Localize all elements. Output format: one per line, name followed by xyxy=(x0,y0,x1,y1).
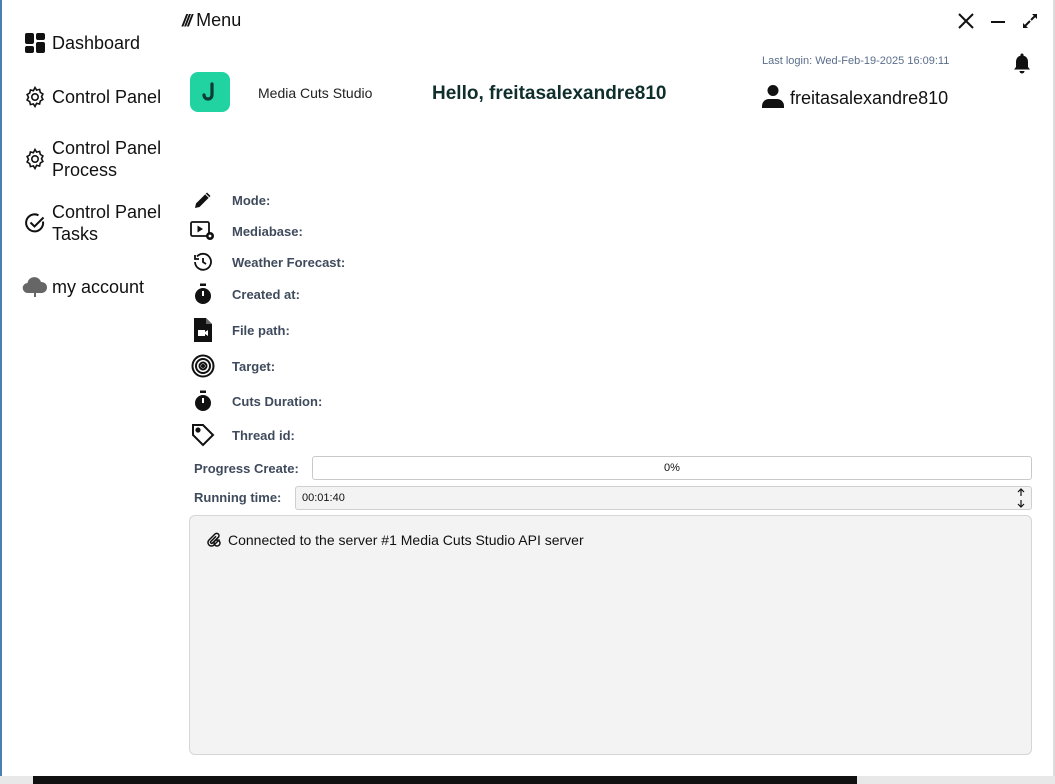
info-row-weather-forecast: Weather Forecast: xyxy=(190,249,345,275)
user-icon xyxy=(762,84,784,113)
dashboard-icon xyxy=(22,30,48,56)
menu-toggle-button[interactable]: /// Menu xyxy=(182,10,241,31)
close-button[interactable] xyxy=(955,10,977,32)
menu-label: Menu xyxy=(196,10,242,30)
info-label: File path: xyxy=(232,322,290,338)
check-circle-icon xyxy=(22,210,48,236)
sidebar-item-label: Control Panel Process xyxy=(52,138,162,180)
info-label: Thread id: xyxy=(232,427,295,443)
username: freitasalexandre810 xyxy=(790,88,949,108)
log-panel: Connected to the server #1 Media Cuts St… xyxy=(189,515,1032,755)
target-icon xyxy=(190,353,216,379)
sidebar-item-label: Dashboard xyxy=(52,33,141,53)
running-time-field[interactable]: 00:01:40 xyxy=(295,486,1032,510)
sidebar-item-control-panel[interactable]: Control Panel xyxy=(22,84,161,110)
tag-icon xyxy=(190,422,216,448)
sidebar-item-label: Control Panel Tasks xyxy=(52,202,162,244)
video-file-icon xyxy=(190,317,216,343)
info-row-file-path: File path: xyxy=(190,317,290,343)
taskbar-strip xyxy=(33,776,857,784)
running-time-value: 00:01:40 xyxy=(302,492,345,504)
progress-text: 0% xyxy=(664,462,680,474)
clock-arrow-icon xyxy=(190,249,216,275)
running-time-label: Running time: xyxy=(194,490,282,505)
paperclip-icon xyxy=(206,532,222,548)
info-label: Mode: xyxy=(232,192,271,208)
progress-label: Progress Create: xyxy=(194,461,299,476)
sidebar-item-dashboard[interactable]: Dashboard xyxy=(22,30,140,56)
info-label: Weather Forecast: xyxy=(232,254,346,270)
gear-icon xyxy=(22,84,48,110)
video-settings-icon xyxy=(190,218,216,244)
gear-icon xyxy=(22,146,48,172)
sidebar-item-control-panel-tasks[interactable]: Control Panel Tasks xyxy=(22,201,161,245)
progress-bar: 0% xyxy=(312,456,1032,480)
spinner-arrows-icon[interactable] xyxy=(1015,488,1027,508)
stopwatch-icon xyxy=(190,281,216,307)
maximize-button[interactable] xyxy=(1019,10,1041,32)
sidebar: Dashboard Control Panel Control Panel Pr… xyxy=(0,0,180,776)
window-bottom-edge xyxy=(0,776,1055,784)
log-line: Connected to the server #1 Media Cuts St… xyxy=(206,532,584,548)
greeting-text: Hello, freitasalexandre810 xyxy=(432,83,667,104)
info-row-target: Target: xyxy=(190,353,275,379)
menu-lines-icon: /// xyxy=(182,10,192,30)
info-label: Created at: xyxy=(232,286,300,302)
sidebar-item-my-account[interactable]: my account xyxy=(22,274,144,300)
info-row-cuts-duration: Cuts Duration: xyxy=(190,388,322,414)
sidebar-item-control-panel-process[interactable]: Control Panel Process xyxy=(22,137,161,181)
info-label: Mediabase: xyxy=(232,223,303,239)
log-message: Connected to the server #1 Media Cuts St… xyxy=(228,532,584,548)
last-login-text: Last login: Wed-Feb-19-2025 16:09:11 xyxy=(762,55,950,67)
brand-name: Media Cuts Studio xyxy=(258,85,373,101)
info-label: Cuts Duration: xyxy=(232,393,323,409)
info-label: Target: xyxy=(232,358,276,374)
info-row-mediabase: Mediabase: xyxy=(190,218,303,244)
minimize-button[interactable] xyxy=(987,10,1009,32)
user-profile[interactable]: freitasalexandre810 xyxy=(762,84,948,113)
info-row-created-at: Created at: xyxy=(190,281,300,307)
timer-icon xyxy=(190,388,216,414)
sidebar-item-label: Control Panel xyxy=(52,87,162,107)
window-controls xyxy=(955,10,1041,32)
cloud-upload-icon xyxy=(22,274,48,300)
brand-logo xyxy=(190,72,230,112)
info-row-mode: Mode: xyxy=(190,187,270,213)
notification-bell-icon[interactable] xyxy=(1012,52,1032,79)
sidebar-item-label: my account xyxy=(52,277,145,297)
info-row-thread-id: Thread id: xyxy=(190,422,295,448)
pencil-icon xyxy=(190,187,216,213)
